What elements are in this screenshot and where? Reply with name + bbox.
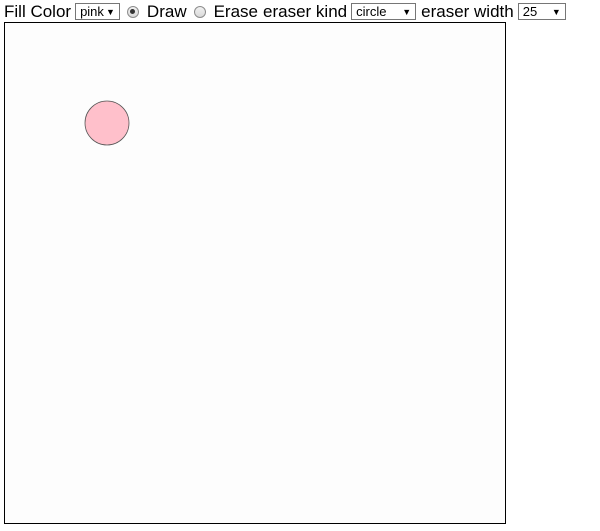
fill-color-select[interactable]: pink ▼ [75, 3, 120, 20]
drawing-app: Fill Color pink ▼ Draw Erase eraser kind… [0, 0, 600, 531]
triangle-down-icon: ▼ [106, 7, 115, 17]
triangle-down-icon: ▼ [551, 7, 561, 17]
toolbar: Fill Color pink ▼ Draw Erase eraser kind… [4, 1, 566, 22]
fill-color-select-value: pink [80, 4, 104, 19]
canvas-drawing-layer [84, 100, 130, 146]
pink-circle-shape [84, 100, 130, 146]
eraser-kind-select-value: circle [356, 4, 387, 19]
eraser-kind-label: eraser kind [263, 2, 348, 21]
eraser-width-label: eraser width [421, 2, 514, 21]
eraser-kind-select[interactable]: circle ▼ [351, 3, 417, 20]
erase-label: Erase [213, 2, 259, 21]
drawing-canvas[interactable] [4, 22, 506, 524]
fill-color-label: Fill Color [4, 2, 72, 21]
draw-radio[interactable] [126, 5, 139, 18]
erase-radio[interactable] [193, 5, 206, 18]
eraser-width-select-value: 25 [522, 4, 538, 19]
draw-label: Draw [146, 2, 187, 21]
eraser-width-select[interactable]: 25 ▼ [517, 3, 566, 20]
triangle-down-icon: ▼ [402, 7, 412, 17]
